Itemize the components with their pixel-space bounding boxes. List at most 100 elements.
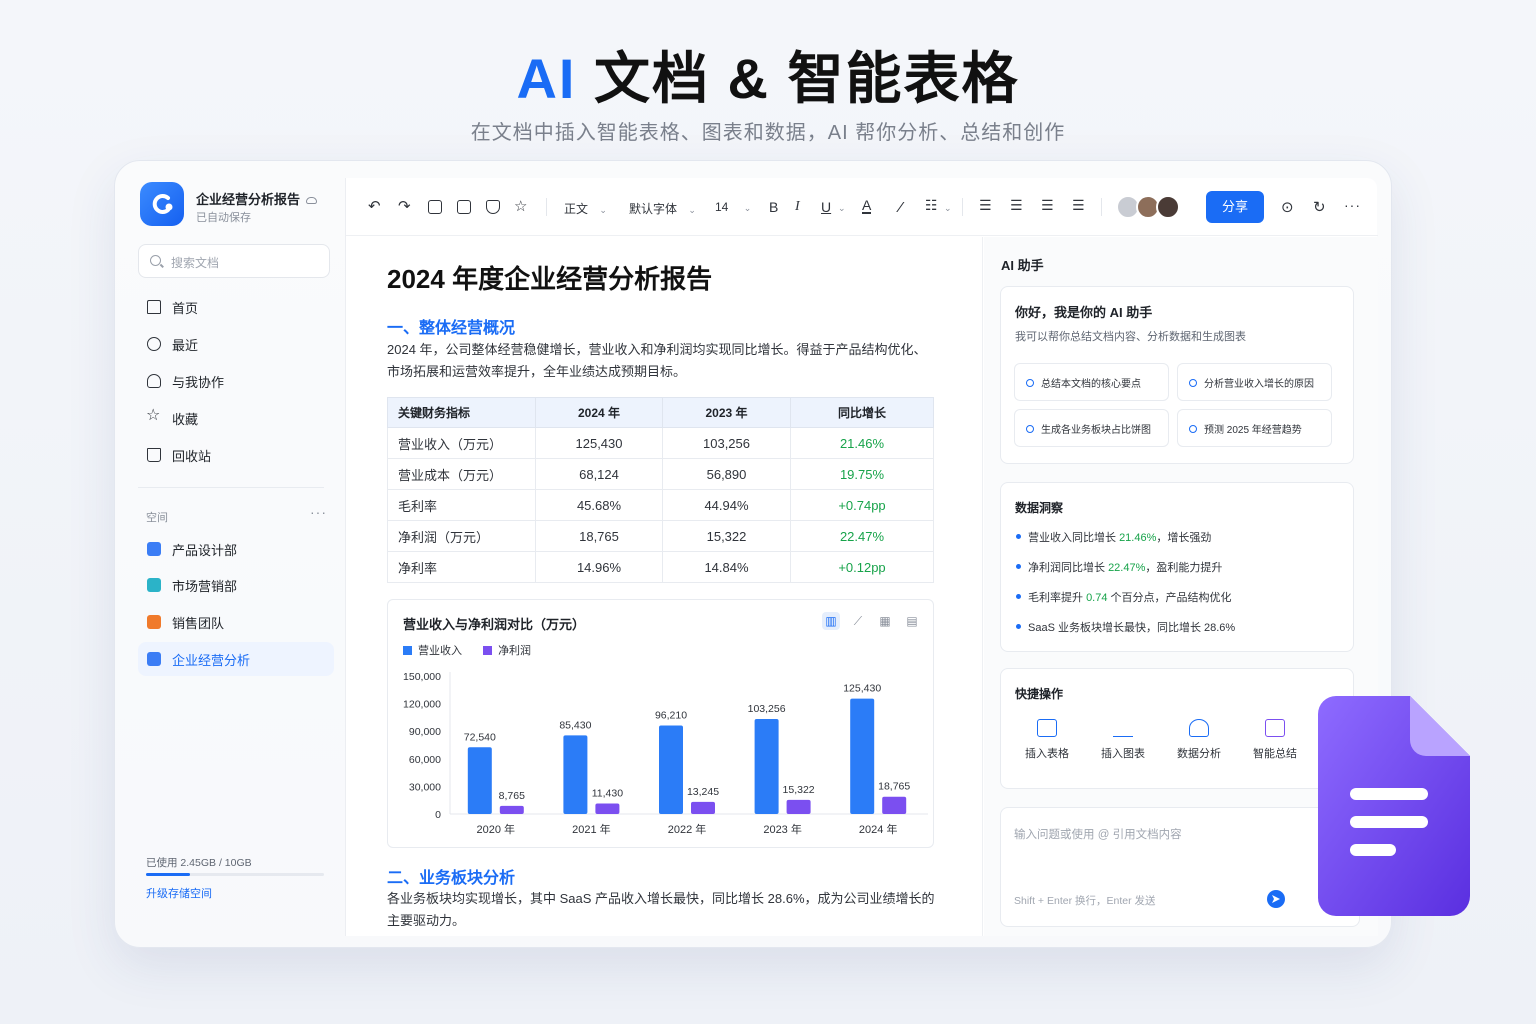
chevron-down-icon: ⌄ <box>743 203 752 213</box>
nav-label: 首页 <box>172 300 199 316</box>
chevron-down-icon[interactable]: ⌄ <box>944 203 952 214</box>
legend-label: 净利润 <box>498 645 532 657</box>
financial-table[interactable]: 关键财务指标 2024 年 2023 年 同比增长 营业收入（万元） 125,43… <box>387 397 934 583</box>
chart-card[interactable]: 营业收入与净利润对比（万元） ▥ ⟋ ▦ ▤ 营业收入 净利润 150,000 120,… <box>387 599 934 848</box>
redo-icon[interactable]: ↷ <box>398 197 411 215</box>
suggestion-chip[interactable]: 分析营业收入增长的原因 <box>1177 363 1332 401</box>
suggestion-chip[interactable]: 生成各业务板块占比饼图 <box>1014 409 1169 447</box>
search-placeholder: 搜索文档 <box>171 256 220 270</box>
quick-actions-card: 快捷操作 插入表格 插入图表 数据分析 智能总结 <box>1000 668 1354 789</box>
undo-icon[interactable]: ↶ <box>368 197 381 215</box>
insight-text: 毛利率提升 <box>1028 592 1087 604</box>
smart-summary-button[interactable]: 智能总结 <box>1244 719 1306 761</box>
upgrade-storage-link[interactable]: 升级存储空间 <box>146 885 212 901</box>
quick-action-label: 智能总结 <box>1253 748 1297 760</box>
share-button[interactable]: 分享 <box>1206 191 1264 223</box>
table-cell: 56,890 <box>662 458 791 490</box>
insert-table-button[interactable]: 插入表格 <box>1016 719 1078 761</box>
data-label: 13,245 <box>687 786 719 798</box>
indent-icon[interactable]: ☰ <box>979 197 992 214</box>
underline-button[interactable]: U <box>821 199 831 215</box>
nav-item-home[interactable]: 首页 <box>138 291 334 323</box>
space-item-marketing[interactable]: 市场营销部 <box>138 568 334 602</box>
line-chart-icon[interactable]: ⟋ <box>849 612 867 630</box>
space-label-text: 企业经营分析 <box>172 652 251 668</box>
doc-title[interactable]: 企业经营分析报告 <box>196 189 318 208</box>
table-cell: 净利率 <box>387 551 536 583</box>
play-icon[interactable]: ⊙ <box>1281 198 1294 216</box>
suggestion-chip[interactable]: 预测 2025 年经营趋势 <box>1177 409 1332 447</box>
insight-item: 毛利率提升 0.74 个百分点，产品结构优化 <box>1016 589 1232 605</box>
space-item-sales[interactable]: 销售团队 <box>138 605 334 639</box>
chevron-down-icon[interactable]: ⌄ <box>838 203 846 214</box>
chart-type-switcher: ▥ ⟋ ▦ ▤ <box>813 612 921 630</box>
star-icon[interactable]: ☆ <box>514 197 527 215</box>
search-icon <box>150 255 161 266</box>
x-tick-label: 2020 年 <box>477 822 516 836</box>
main-window: ↶ ↷ ☆ 正文 ⌄ 默认字体 ⌄ 14 ⌄ B I U ⌄ A Ⳇ ☷ ⌄ ☰… <box>345 178 1378 936</box>
insight-text: ，盈利能力提升 <box>1145 562 1223 574</box>
profit-bar <box>882 796 907 814</box>
bullet-list-icon[interactable]: ☰ <box>1010 197 1023 214</box>
revenue-bar <box>467 747 492 814</box>
chart-title: 营业收入与净利润对比（万元） <box>403 617 586 632</box>
storage-usage: 已使用 2.45GB / 10GB <box>146 857 252 869</box>
insight-text: 净利润同比增长 <box>1028 562 1109 574</box>
table-cell: 22.47% <box>790 520 934 552</box>
send-icon[interactable] <box>1267 890 1285 908</box>
more-icon[interactable]: ··· <box>310 504 327 520</box>
suggestion-chip[interactable]: 总结本文档的核心要点 <box>1014 363 1169 401</box>
space-item-product[interactable]: 产品设计部 <box>138 532 334 566</box>
paragraph: 各业务板块均实现增长，其中 SaaS 产品收入增长最快，同比增长 28.6%，成… <box>387 891 935 928</box>
section-heading: 一、整体经营概况 <box>387 320 516 337</box>
chart-icon <box>1113 719 1133 737</box>
outdent-icon[interactable]: ☰ <box>1072 197 1085 214</box>
align-icon[interactable]: ☰ <box>1041 197 1054 214</box>
document-body[interactable]: 2024 年度企业经营分析报告 一、整体经营概况 2024 年，公司整体经营稳健… <box>346 237 983 936</box>
format-painter-icon[interactable] <box>428 200 442 214</box>
table-cell: 14.96% <box>535 551 663 583</box>
nav-label: 回收站 <box>172 448 212 464</box>
star-icon: ☆ <box>146 407 161 424</box>
table-cell: 21.46% <box>790 427 934 459</box>
x-tick-label: 2023 年 <box>763 822 802 836</box>
search-input[interactable]: 搜索文档 <box>138 244 330 278</box>
ai-chat-input[interactable]: 输入问题或使用 @ 引用文档内容 Shift + Enter 换行，Enter … <box>1000 807 1360 927</box>
quick-action-label: 插入图表 <box>1101 748 1145 760</box>
insert-chart-button[interactable]: 插入图表 <box>1092 719 1154 761</box>
shield-icon[interactable] <box>486 200 500 214</box>
more-icon[interactable]: ··· <box>1344 197 1361 213</box>
list-icon[interactable]: ☷ <box>925 197 938 214</box>
grid-icon[interactable]: ▤ <box>903 612 921 630</box>
table-cell: 19.75% <box>790 458 934 490</box>
text-color-button[interactable]: A <box>862 198 872 214</box>
insight-item: 净利润同比增长 22.47%，盈利能力提升 <box>1015 559 1223 575</box>
document-3d-icon <box>1318 696 1470 916</box>
nav-item-recent[interactable]: 最近 <box>138 328 334 360</box>
avatar[interactable] <box>1156 195 1180 219</box>
clear-format-icon[interactable]: Ⳇ <box>896 198 902 217</box>
table-row: 毛利率 45.68% 44.94% +0.74pp <box>387 489 934 521</box>
paragraph-style-select[interactable]: 正文 ⌄ <box>564 200 607 217</box>
divider <box>546 198 547 216</box>
comment-icon[interactable] <box>457 200 471 214</box>
table-cell: +0.12pp <box>790 551 934 583</box>
data-analysis-button[interactable]: 数据分析 <box>1168 719 1230 761</box>
space-item-analysis[interactable]: 企业经营分析 <box>138 642 334 676</box>
bar-chart-icon[interactable]: ▥ <box>822 612 840 630</box>
font-family-select[interactable]: 默认字体 ⌄ <box>629 200 696 217</box>
table-cell: 45.68% <box>535 489 663 521</box>
bold-button[interactable]: B <box>769 199 778 215</box>
style-value: 正文 <box>564 202 589 216</box>
insight-highlight: 0.74 <box>1086 592 1108 604</box>
refresh-icon[interactable]: ↻ <box>1313 198 1326 216</box>
nav-item-shared[interactable]: 与我协作 <box>138 365 334 397</box>
italic-button[interactable]: I <box>795 199 800 215</box>
insight-highlight: 22.47% <box>1108 562 1146 574</box>
table-icon[interactable]: ▦ <box>876 612 894 630</box>
nav-item-favorites[interactable]: ☆ 收藏 <box>138 402 334 434</box>
app-logo-icon[interactable] <box>140 182 184 226</box>
user-icon <box>147 374 161 388</box>
nav-item-trash[interactable]: 回收站 <box>138 439 334 471</box>
font-size-select[interactable]: 14 ⌄ <box>715 200 751 214</box>
